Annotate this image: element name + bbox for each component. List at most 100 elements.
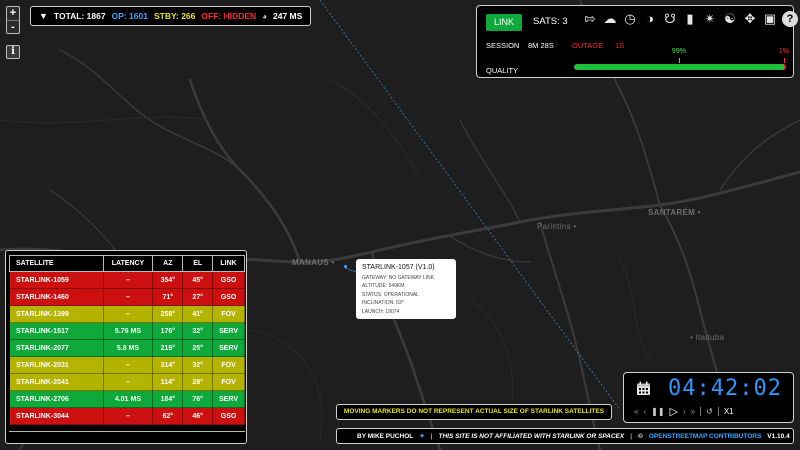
satellite-name-cell: STARLINK-2041	[9, 373, 104, 391]
stats-bar: ▼ TOTAL: 1867 OP: 1601 STBY: 266 OFF: HI…	[30, 6, 312, 26]
zoom-out-button[interactable]: -	[7, 20, 19, 33]
elevation-cell: 45°	[182, 271, 214, 289]
clock-icon[interactable]: ◷	[622, 11, 638, 27]
latency-cell: –	[102, 288, 154, 306]
quality-bad-percent: 1%	[778, 48, 789, 55]
filter-icon[interactable]: ▼	[39, 11, 48, 21]
zoom-in-button[interactable]: +	[7, 7, 19, 20]
satellite-marker[interactable]	[344, 265, 347, 268]
elevation-cell: 27°	[182, 288, 214, 306]
azimuth-cell: 184°	[152, 390, 184, 408]
popup-gateway: GATEWAY: NO GATEWAY LINK	[362, 275, 434, 281]
table-row[interactable]: STARLINK-3044–62° 46° GSO	[9, 407, 245, 425]
satellite-icon[interactable]: ☋	[662, 11, 678, 27]
column-header-satellite[interactable]: SATELLITE	[9, 255, 104, 272]
calendar-icon[interactable]	[636, 381, 651, 396]
table-divider	[9, 431, 245, 432]
azimuth-cell: 71°	[152, 288, 184, 306]
quality-bar-fill	[574, 64, 784, 70]
table-row[interactable]: STARLINK-1460–71° 27° GSO	[9, 288, 245, 306]
twitter-icon[interactable]: ✦	[419, 432, 424, 440]
latency-cell: –	[102, 305, 154, 323]
rewind-fast-icon[interactable]: «	[634, 407, 638, 416]
azimuth-cell: 176°	[152, 322, 184, 340]
satellite-table: SATELLITE LATENCY AZ EL LINK STARLINK-10…	[9, 255, 245, 425]
column-header-el[interactable]: EL	[182, 255, 214, 272]
step-back-icon[interactable]: ‹	[643, 407, 646, 416]
city-label-manaus: MANAUS •	[292, 258, 335, 267]
osm-credit-link[interactable]: OPENSTREETMAP CONTRIBUTORS	[649, 433, 761, 440]
satellite-popup[interactable]: STARLINK-1057 (V1.0) GATEWAY: NO GATEWAY…	[356, 259, 456, 319]
history-icon[interactable]: ↺	[706, 407, 713, 416]
connection-panel: LINK SATS: 3 ⇰ ☁ ◷ ◑ ☋ ▮ ✴ ☯ ✥ ▣ ? SESSI…	[476, 5, 798, 78]
elevation-cell: 32°	[182, 322, 214, 340]
version-label: V1.10.4	[767, 432, 790, 440]
link-type-cell: GSO	[212, 288, 245, 306]
latency-cell: 4.01 MS	[102, 390, 154, 408]
quality-bar	[574, 64, 786, 70]
city-label-parintins: Parintins •	[537, 222, 577, 231]
operational-count[interactable]: OP: 1601	[112, 11, 148, 21]
latency-cell: –	[102, 271, 154, 289]
table-row[interactable]: STARLINK-1517 5.76 MS 176° 32° SERV	[9, 322, 245, 340]
elevation-cell: 76°	[182, 390, 214, 408]
starlink-icon[interactable]: ◑	[642, 11, 658, 27]
azimuth-cell: 62°	[152, 407, 184, 425]
step-forward-icon[interactable]: ›	[683, 407, 686, 416]
logout-icon[interactable]: ⇰	[582, 11, 598, 27]
link-type-cell: FOV	[212, 356, 245, 374]
grid-icon[interactable]: ▣	[762, 11, 778, 27]
copyright-symbol: ©	[638, 432, 643, 440]
latency-cell: 5.76 MS	[102, 322, 154, 340]
playback-panel: 04:42:02 « ‹ ❚❚ ▷ › » ↺ X1	[623, 372, 794, 423]
controls-separator	[700, 407, 702, 416]
play-icon[interactable]: ▷	[670, 405, 678, 418]
quality-bad-tick	[784, 58, 785, 63]
forward-fast-icon[interactable]: »	[691, 407, 695, 416]
outage-label: OUTAGE	[572, 41, 604, 50]
playback-controls: « ‹ ❚❚ ▷ › » ↺ X1	[634, 405, 734, 418]
move-icon[interactable]: ✥	[742, 11, 758, 27]
sats-count: SATS: 3	[533, 16, 568, 27]
popup-launch: LAUNCH: 19074	[362, 308, 400, 315]
table-row[interactable]: STARLINK-2077 5.8 MS 219° 25° SERV	[9, 339, 245, 357]
spiderweb-icon[interactable]: ✴	[702, 11, 718, 27]
zoom-control: + -	[6, 6, 20, 34]
standby-count[interactable]: STBY: 266	[154, 11, 195, 21]
table-row[interactable]: STARLINK-2041–114° 28° FOV	[9, 373, 245, 391]
pause-icon[interactable]: ❚❚	[651, 407, 664, 416]
quality-label: QUALITY	[486, 66, 519, 75]
info-button[interactable]: i	[6, 45, 20, 59]
column-header-link[interactable]: LINK	[212, 255, 245, 272]
column-header-az[interactable]: AZ	[152, 255, 184, 272]
network-icon[interactable]: ☯	[722, 11, 738, 27]
table-header-row: SATELLITE LATENCY AZ EL LINK	[9, 255, 245, 272]
link-status-badge: LINK	[486, 14, 522, 31]
speed-multiplier[interactable]: X1	[724, 407, 734, 416]
popup-inclination: INCLINATION: 53°	[362, 300, 404, 307]
azimuth-cell: 314°	[152, 356, 184, 374]
session-label: SESSION	[486, 41, 520, 50]
table-row[interactable]: STARLINK-2706 4.01 MS 184° 76° SERV	[9, 390, 245, 408]
link-type-cell: GSO	[212, 407, 245, 425]
signal-bars-icon[interactable]: ▮	[682, 11, 698, 27]
link-type-cell: SERV	[212, 322, 245, 340]
azimuth-cell: 219°	[152, 339, 184, 357]
link-type-cell: FOV	[212, 373, 245, 391]
off-count[interactable]: OFF: HIDDEN	[201, 11, 256, 21]
azimuth-cell: 258°	[152, 305, 184, 323]
elevation-cell: 25°	[182, 339, 214, 357]
table-row[interactable]: STARLINK-1399–258° 41° FOV	[9, 305, 245, 323]
table-row[interactable]: STARLINK-1059–354° 45° GSO	[9, 271, 245, 289]
weather-cloud-icon[interactable]: ☁	[602, 11, 618, 27]
table-row[interactable]: STARLINK-2031–314° 32° FOV	[9, 356, 245, 374]
elevation-cell: 46°	[182, 407, 214, 425]
clock-time: 04:42:02	[668, 376, 782, 401]
latency-cell: 5.8 MS	[102, 339, 154, 357]
elevation-cell: 41°	[182, 305, 214, 323]
satellite-name-cell: STARLINK-2077	[9, 339, 104, 357]
speed-icon: ◕	[262, 11, 268, 21]
help-icon[interactable]: ?	[782, 11, 798, 27]
column-header-latency[interactable]: LATENCY	[102, 255, 154, 272]
satellite-name-cell: STARLINK-1059	[9, 271, 104, 289]
